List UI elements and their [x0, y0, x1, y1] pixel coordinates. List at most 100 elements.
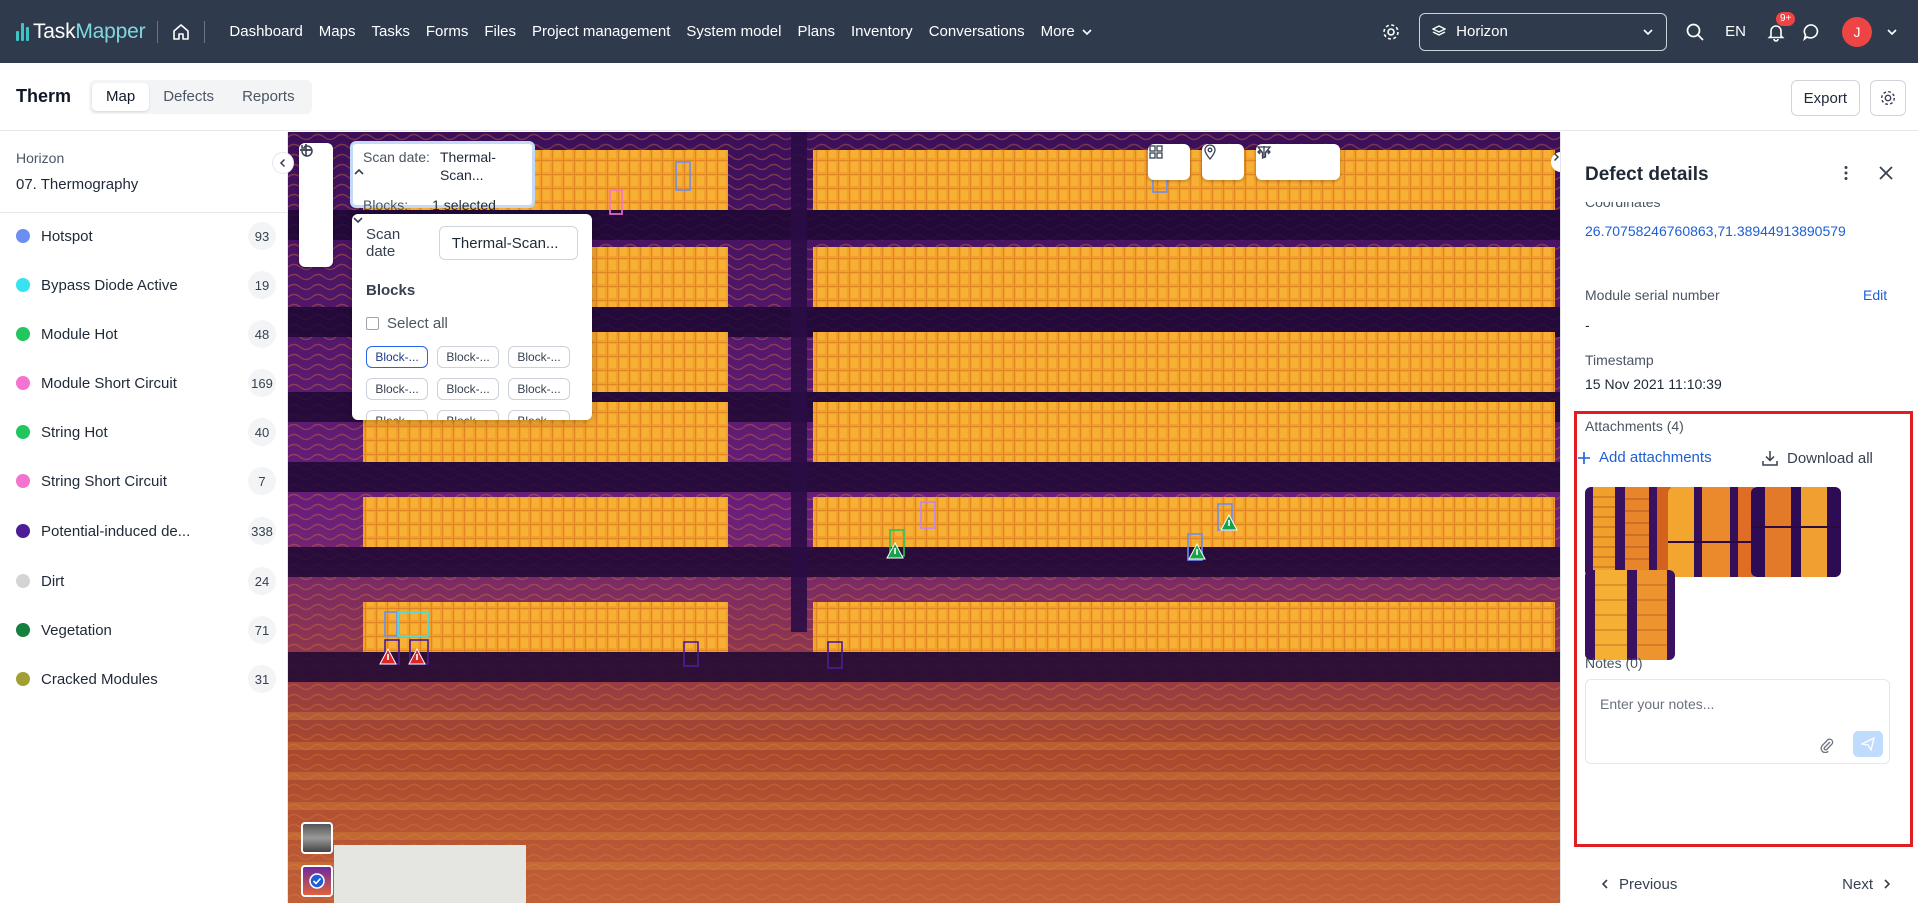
block-chip[interactable]: Block-...: [366, 346, 428, 368]
chevron-up-icon[interactable]: [353, 166, 365, 178]
next-button[interactable]: Next: [1842, 876, 1893, 893]
export-button[interactable]: Export: [1790, 80, 1860, 116]
divider: [204, 20, 206, 43]
sidebar-item-class[interactable]: String Short Circuit 7: [0, 461, 288, 501]
home-icon[interactable]: [170, 21, 192, 43]
search-icon[interactable]: [1677, 14, 1713, 50]
scan-date-value: Thermal-Scan...: [439, 149, 496, 183]
basemap-thumbnail-thermal[interactable]: [301, 865, 333, 897]
block-chip[interactable]: Block-...: [366, 378, 428, 400]
sidebar-item-class[interactable]: Potential-induced de... 338: [0, 511, 288, 551]
chevron-left-icon: [1601, 879, 1608, 889]
nav-project-management[interactable]: Project management: [532, 23, 670, 40]
attachment-thumbnail[interactable]: [1585, 487, 1675, 577]
sidebar-item-class[interactable]: Cracked Modules 31: [0, 659, 288, 699]
download-all-button[interactable]: Download all: [1761, 449, 1873, 467]
warning-triangle-icon: [1228, 520, 1230, 526]
scan-date-select[interactable]: Thermal-Scan...: [353, 217, 578, 260]
grid-view-icon[interactable]: [1148, 144, 1190, 180]
thermal-map[interactable]: Scan date: Thermal-Scan... Blocks: 1 selec…: [288, 132, 1560, 903]
more-options-icon[interactable]: [1837, 164, 1855, 185]
page-settings-button[interactable]: [1870, 80, 1906, 116]
main-nav: Dashboard Maps Tasks Forms Files Project…: [221, 23, 1100, 40]
sidebar-item-class[interactable]: Module Short Circuit 169: [0, 363, 288, 403]
language-switcher[interactable]: EN: [1725, 23, 1746, 40]
chat-bubble-icon[interactable]: [1794, 14, 1830, 50]
sidebar-item-class[interactable]: Dirt 24: [0, 561, 288, 601]
notifications-bell-icon[interactable]: 9+: [1758, 11, 1796, 50]
block-chip[interactable]: Block-...: [437, 410, 499, 420]
nav-files[interactable]: Files: [484, 23, 516, 40]
nav-plans[interactable]: Plans: [797, 23, 835, 40]
nav-maps[interactable]: Maps: [319, 23, 356, 40]
solar-panel-row: [363, 497, 728, 547]
collapse-sidebar-button[interactable]: [272, 152, 294, 174]
solar-panel-row: [813, 497, 1555, 547]
nav-forms[interactable]: Forms: [426, 23, 469, 40]
class-name: Module Hot: [41, 325, 118, 343]
block-chip[interactable]: Block-...: [437, 378, 499, 400]
nav-tasks[interactable]: Tasks: [371, 23, 409, 40]
compare-icon[interactable]: [1257, 144, 1340, 180]
tab-map[interactable]: Map: [92, 82, 150, 111]
warning-triangle-icon: [1196, 549, 1198, 555]
class-count-badge: 93: [248, 222, 276, 250]
taskmapper-logo[interactable]: Task Mapper: [16, 20, 146, 44]
page-header: Therm Map Defects Reports Export: [0, 63, 1918, 131]
nav-conversations[interactable]: Conversations: [929, 23, 1025, 40]
zoom-out-button[interactable]: [299, 149, 333, 225]
class-name: String Short Circuit: [41, 472, 167, 490]
blocks-label: Blocks:: [363, 197, 409, 213]
select-all-checkbox[interactable]: [366, 317, 379, 330]
row-shadow: [288, 547, 1560, 577]
solar-panel-row: [813, 332, 1555, 392]
close-icon[interactable]: [1877, 164, 1895, 185]
map-tool-group-3: [1256, 144, 1340, 180]
class-count-badge: 19: [248, 271, 276, 299]
project-selector[interactable]: Horizon: [1419, 12, 1668, 51]
chevron-down-icon: [1643, 28, 1653, 35]
minimap[interactable]: [334, 845, 526, 903]
sidebar-project-name: Horizon: [16, 150, 65, 166]
coordinates-link[interactable]: 26.70758246760863,71.38944913890579: [1585, 223, 1846, 239]
warning-triangle-icon: [387, 654, 389, 660]
nav-dashboard[interactable]: Dashboard: [229, 23, 302, 40]
sidebar-item-class[interactable]: String Hot 40: [0, 412, 288, 452]
reset-view-button[interactable]: [299, 145, 333, 266]
nav-more[interactable]: More: [1041, 23, 1093, 40]
location-pin-icon[interactable]: [1202, 144, 1244, 180]
attachment-thumbnail[interactable]: [1751, 487, 1841, 577]
edit-serial-button[interactable]: Edit: [1863, 287, 1887, 303]
block-chip[interactable]: Block-...: [437, 346, 499, 368]
class-name: Hotspot: [41, 227, 93, 245]
block-chip[interactable]: Block-...: [366, 410, 428, 420]
block-chip[interactable]: Block-...: [508, 378, 570, 400]
blocks-value: 1 selected: [432, 197, 496, 213]
block-chip[interactable]: Block-...: [508, 410, 570, 420]
select-all-label[interactable]: Select all: [387, 315, 448, 332]
tab-reports[interactable]: Reports: [228, 83, 309, 111]
basemap-thumbnail-visual[interactable]: [301, 822, 333, 854]
settings-gear-icon[interactable]: [1373, 14, 1409, 50]
previous-button[interactable]: Previous: [1599, 876, 1677, 893]
tab-defects[interactable]: Defects: [149, 83, 228, 111]
logo-mark-icon: [16, 22, 29, 41]
scan-filter-summary[interactable]: Scan date: Thermal-Scan... Blocks: 1 selec…: [350, 141, 535, 213]
notes-input[interactable]: Enter your notes...: [1585, 679, 1890, 764]
sidebar-item-class[interactable]: Hotspot 93: [0, 216, 288, 256]
nav-system-model[interactable]: System model: [686, 23, 781, 40]
block-chip[interactable]: Block-...: [508, 346, 570, 368]
attachment-thumbnail[interactable]: [1585, 570, 1675, 660]
attachment-thumbnail[interactable]: [1668, 487, 1758, 577]
user-avatar[interactable]: J: [1842, 16, 1872, 47]
sidebar-item-class[interactable]: Vegetation 71: [0, 610, 288, 650]
sidebar-item-class[interactable]: Module Hot 48: [0, 314, 288, 354]
sidebar-item-class[interactable]: Bypass Diode Active 19: [0, 265, 288, 305]
send-note-button[interactable]: [1853, 731, 1883, 757]
paperclip-icon[interactable]: [1819, 737, 1835, 753]
nav-inventory[interactable]: Inventory: [851, 23, 913, 40]
chevron-down-icon[interactable]: [1874, 14, 1910, 50]
class-count-badge: 169: [248, 369, 276, 397]
add-attachments-button[interactable]: Add attachments: [1577, 449, 1712, 466]
layers-icon: [1432, 24, 1447, 36]
